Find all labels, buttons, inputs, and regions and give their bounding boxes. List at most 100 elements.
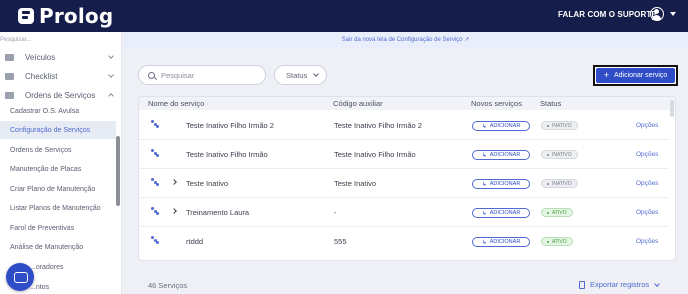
- export-records-button[interactable]: Exportar registros: [579, 280, 661, 289]
- document-icon: [579, 280, 585, 289]
- sidebar-item-ordens-de-servicos[interactable]: Ordens de Serviços: [0, 141, 116, 159]
- hierarchy-icon: [151, 236, 159, 244]
- service-code: Teste Inativo Filho Irmão 2: [334, 121, 422, 130]
- sidebar: Pesquisar... Veículos Checklist Ordens d…: [0, 32, 122, 294]
- status-dot-icon: [547, 124, 549, 127]
- sidebar-item-farol-de-preventivas[interactable]: Farol de Preventivas: [0, 219, 116, 237]
- service-name: Teste Inativo Filho Irmão: [186, 150, 268, 159]
- user-avatar-icon[interactable]: [650, 7, 664, 21]
- sidebar-item-label: Ordens de Serviços: [10, 146, 72, 154]
- add-service-button[interactable]: + Adicionar serviço: [596, 68, 675, 83]
- sidebar-group-label: Checklist: [25, 71, 58, 81]
- column-header-status: Status: [540, 99, 562, 108]
- chevron-down-icon: [313, 71, 320, 77]
- chevron-down-icon: [108, 53, 114, 59]
- service-code: -: [334, 208, 337, 217]
- add-subservice-label: ADICIONAR: [489, 123, 521, 129]
- sidebar-scrollbar[interactable]: [116, 136, 120, 206]
- status-label: INATIVO: [552, 180, 572, 187]
- services-count: 46 Serviços: [148, 281, 188, 290]
- sidebar-group-label: Veículos: [25, 52, 56, 62]
- chevron-right-icon[interactable]: [171, 208, 177, 214]
- sidebar-item-analise-de-manutencao[interactable]: Análise de Manutenção: [0, 238, 116, 256]
- checklist-icon: [5, 72, 14, 80]
- return-arrow-icon: ↳: [481, 152, 487, 159]
- options-link[interactable]: Opções: [636, 180, 658, 187]
- status-badge: ATIVO: [541, 237, 573, 246]
- logo-text: Prolog: [39, 4, 114, 28]
- status-label: ATIVO: [552, 209, 567, 216]
- service-code: Teste Inativo Filho Irmão: [334, 150, 416, 159]
- service-name: Teste Inativo Filho Irmão 2: [186, 121, 274, 130]
- table-row[interactable]: Teste Inativo Filho Irmão 2 Teste Inativ…: [139, 111, 669, 140]
- logo[interactable]: Prolog: [18, 4, 113, 28]
- status-filter-dropdown[interactable]: Status: [274, 65, 327, 85]
- status-label: INATIVO: [552, 151, 572, 158]
- add-subservice-button[interactable]: ↳ ADICIONAR: [472, 150, 530, 160]
- sidebar-item-label: Manutenção de Placas: [10, 165, 82, 173]
- chat-support-icon[interactable]: [6, 263, 34, 291]
- sidebar-item-label: ...ntos: [30, 283, 50, 291]
- table-scrollbar[interactable]: [670, 100, 674, 117]
- sidebar-item-label: Análise de Manutenção: [10, 243, 84, 251]
- add-subservice-label: ADICIONAR: [489, 181, 521, 187]
- sidebar-item-criar-plano[interactable]: Criar Plano de Manutenção: [0, 180, 116, 198]
- sidebar-group-label: Ordens de Serviços: [25, 90, 96, 100]
- sidebar-group-ordens-de-servicos[interactable]: Ordens de Serviços: [5, 88, 114, 102]
- status-dot-icon: [547, 153, 549, 156]
- sidebar-group-checklist[interactable]: Checklist: [5, 69, 114, 83]
- legacy-screen-banner[interactable]: Sair da nova tela de Configuração de Ser…: [123, 32, 688, 49]
- service-code: Teste Inativo: [334, 179, 377, 188]
- add-subservice-button[interactable]: ↳ ADICIONAR: [472, 208, 530, 218]
- chevron-right-icon[interactable]: [171, 179, 177, 185]
- service-name: Teste Inativo: [186, 179, 229, 188]
- return-arrow-icon: ↳: [481, 123, 487, 130]
- truck-icon: [5, 53, 14, 61]
- support-link[interactable]: FALAR COM O SUPORTE: [558, 10, 657, 19]
- chevron-down-icon: [108, 72, 114, 78]
- sidebar-item-cadastrar-os-avulsa[interactable]: Cadastrar O.S. Avulsa: [0, 102, 116, 120]
- sidebar-item-label: Farol de Preventivas: [10, 224, 75, 232]
- column-header-new-services: Novos serviços: [471, 99, 522, 108]
- sidebar-item-manutencao-de-placas[interactable]: Manutenção de Placas: [0, 160, 116, 178]
- status-dot-icon: [547, 240, 549, 243]
- plus-icon: +: [603, 70, 609, 80]
- chevron-down-icon[interactable]: [670, 12, 676, 16]
- wrench-icon: [5, 91, 14, 99]
- sidebar-item-label: Configuração de Serviços: [10, 126, 91, 134]
- search-icon: [148, 71, 155, 79]
- options-link[interactable]: Opções: [636, 122, 658, 129]
- status-filter-label: Status: [286, 70, 308, 80]
- status-label: INATIVO: [552, 122, 572, 129]
- sidebar-item-configuracao-de-servicos[interactable]: Configuração de Serviços: [0, 121, 116, 139]
- sidebar-search-input[interactable]: Pesquisar...: [0, 37, 31, 43]
- sidebar-item-label: ...oradores: [30, 263, 64, 271]
- chevron-up-icon: [108, 93, 114, 99]
- service-search-input[interactable]: Pesquisar: [138, 65, 266, 85]
- options-link[interactable]: Opções: [636, 151, 658, 158]
- return-arrow-icon: ↳: [481, 239, 487, 246]
- sidebar-item-listar-planos[interactable]: Listar Planos de Manutenção: [0, 199, 116, 217]
- table-header: Nome do serviço Código auxiliar Novos se…: [139, 97, 675, 110]
- table-row[interactable]: rtddd 555 ↳ ADICIONAR ATIVO Opções: [139, 227, 669, 256]
- add-service-button-focus-ring: + Adicionar serviço: [593, 65, 678, 86]
- prolog-logo-icon: [18, 8, 34, 24]
- service-code: 555: [334, 237, 347, 246]
- options-link[interactable]: Opções: [636, 238, 658, 245]
- return-arrow-icon: ↳: [481, 210, 487, 217]
- add-subservice-button[interactable]: ↳ ADICIONAR: [472, 179, 530, 189]
- add-service-label: Adicionar serviço: [613, 72, 668, 79]
- options-link[interactable]: Opções: [636, 209, 658, 216]
- column-header-code[interactable]: Código auxiliar: [333, 99, 383, 108]
- table-row[interactable]: Treinamento Laura - ↳ ADICIONAR ATIVO Opç…: [139, 198, 669, 227]
- add-subservice-label: ADICIONAR: [489, 210, 521, 216]
- table-row[interactable]: Teste Inativo Teste Inativo ↳ ADICIONAR I…: [139, 169, 669, 198]
- add-subservice-button[interactable]: ↳ ADICIONAR: [472, 237, 530, 247]
- chevron-down-icon: [654, 280, 661, 287]
- column-header-name[interactable]: Nome do serviço: [148, 99, 204, 108]
- service-name: Treinamento Laura: [186, 208, 250, 217]
- add-subservice-button[interactable]: ↳ ADICIONAR: [472, 121, 530, 131]
- sidebar-group-veiculos[interactable]: Veículos: [5, 50, 114, 64]
- status-badge: INATIVO: [541, 121, 578, 130]
- table-row[interactable]: Teste Inativo Filho Irmão Teste Inativo …: [139, 140, 669, 169]
